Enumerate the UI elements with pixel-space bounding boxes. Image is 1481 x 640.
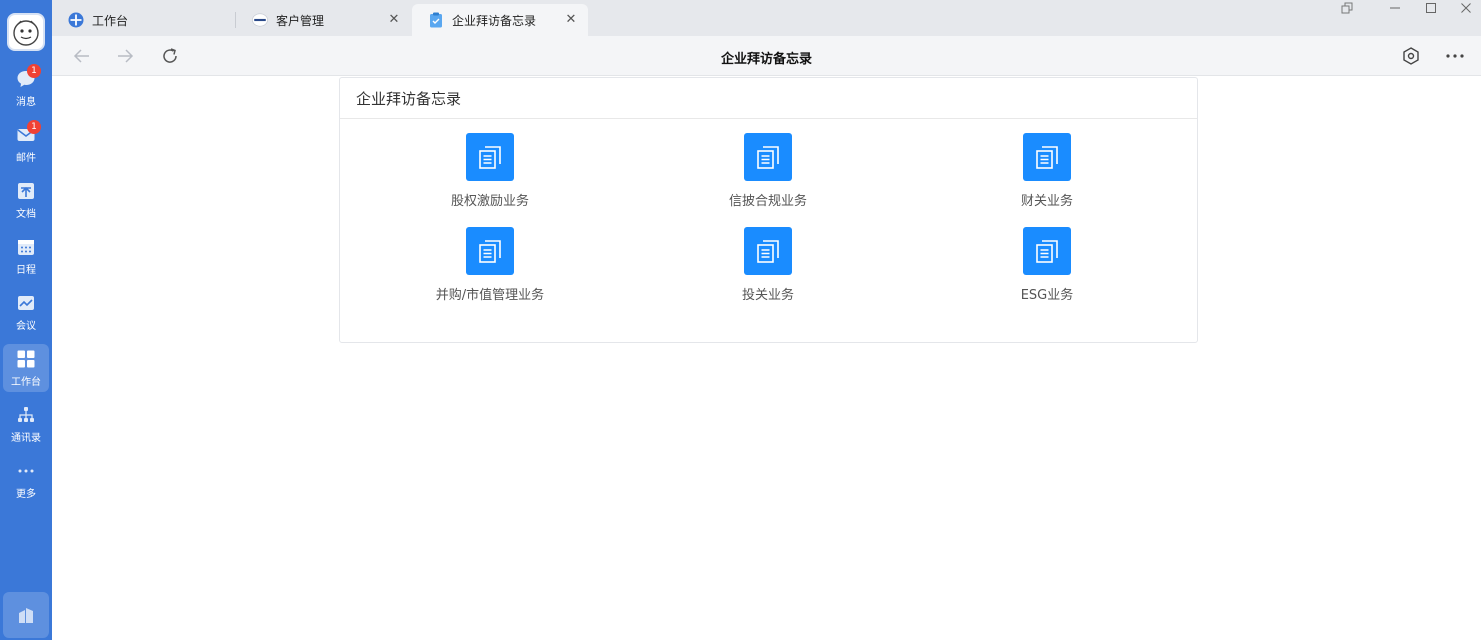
rail-label: 日程 [16,265,36,276]
calendar-icon [15,236,37,258]
close-window-icon[interactable] [1451,0,1481,16]
more-dots-icon [15,460,37,482]
grid-icon [15,348,37,370]
close-icon[interactable]: ✕ [387,13,401,27]
rail-label: 工作台 [11,377,41,388]
tab-label: 工作台 [92,13,129,28]
toolbar: 企业拜访备忘录 [52,36,1481,76]
tile-equity-incentive[interactable]: 股权激励业务 [380,133,600,213]
document-copy-icon [466,227,514,275]
org-chart-icon [15,404,37,426]
tile-esg[interactable]: ESG业务 [937,227,1157,307]
settings-button[interactable] [1400,45,1422,67]
document-copy-icon [744,227,792,275]
unread-badge: 1 [27,120,41,134]
rail-item-docs[interactable]: 文档 [3,176,49,224]
app-logo-button[interactable] [3,592,49,638]
page-title: 企业拜访备忘录 [720,52,812,67]
rail-item-mail[interactable]: 1 邮件 [3,120,49,168]
tile-investor-relations[interactable]: 投关业务 [658,227,878,307]
left-rail: 1 消息 1 邮件 文档 日程 会议 工作台 通讯录 更多 [0,0,52,640]
business-grid: 股权激励业务 信披合规业务 财关业务 并购/市值管理业务 投关业务 ESG业务 [340,119,1197,343]
unread-badge: 1 [27,64,41,78]
tab-label: 企业拜访备忘录 [452,13,537,28]
workbench-icon [68,12,84,28]
document-copy-icon [1023,133,1071,181]
tile-finance-relations[interactable]: 财关业务 [937,133,1157,213]
tile-label: ESG业务 [1020,288,1074,303]
tab-workbench[interactable]: 工作台 [52,4,234,36]
avatar[interactable] [7,13,45,51]
rail-item-more[interactable]: 更多 [3,456,49,504]
tile-label: 并购/市值管理业务 [435,288,545,303]
hexagon-settings-icon [1403,47,1419,65]
clipboard-icon [428,12,444,28]
visit-memo-card: 企业拜访备忘录 股权激励业务 信披合规业务 财关业务 并购/市值管理业务 投关业… [339,77,1198,343]
tab-label: 客户管理 [276,13,325,28]
rail-item-messages[interactable]: 1 消息 [3,64,49,112]
document-copy-icon [1023,227,1071,275]
document-icon [15,180,37,202]
rail-label: 邮件 [16,153,36,164]
tab-strip: 工作台 客户管理 ✕ 企业拜访备忘录 ✕ [52,0,1481,36]
tile-label: 财关业务 [1020,194,1073,209]
rail-label: 消息 [16,97,36,108]
minimize-icon[interactable] [1380,0,1410,16]
rail-label: 通讯录 [11,433,41,444]
tile-label: 投关业务 [741,288,794,303]
tab-customer-management[interactable]: 客户管理 ✕ [236,4,411,36]
pin-window-icon[interactable] [1332,0,1362,16]
rail-item-contacts[interactable]: 通讯录 [3,400,49,448]
rail-item-meeting[interactable]: 会议 [3,288,49,336]
maximize-icon[interactable] [1416,0,1446,16]
rail-label: 文档 [16,209,36,220]
tile-label: 股权激励业务 [450,194,529,209]
rail-item-workbench[interactable]: 工作台 [3,344,49,392]
close-icon[interactable]: ✕ [564,13,578,27]
document-copy-icon [744,133,792,181]
meeting-icon [15,292,37,314]
avatar-image [13,20,39,46]
rail-item-calendar[interactable]: 日程 [3,232,49,280]
more-options-button[interactable] [1444,45,1466,67]
logo-icon [252,12,268,28]
tile-mna-market-cap[interactable]: 并购/市值管理业务 [380,227,600,307]
more-dots-icon [1446,54,1464,58]
building-logo-icon [19,608,33,623]
tile-label: 信披合规业务 [728,194,807,209]
tab-visit-memo[interactable]: 企业拜访备忘录 ✕ [412,4,588,36]
document-copy-icon [466,133,514,181]
rail-label: 更多 [16,489,36,500]
tile-disclosure-compliance[interactable]: 信披合规业务 [658,133,878,213]
card-title: 企业拜访备忘录 [340,78,1197,119]
rail-label: 会议 [16,321,36,332]
